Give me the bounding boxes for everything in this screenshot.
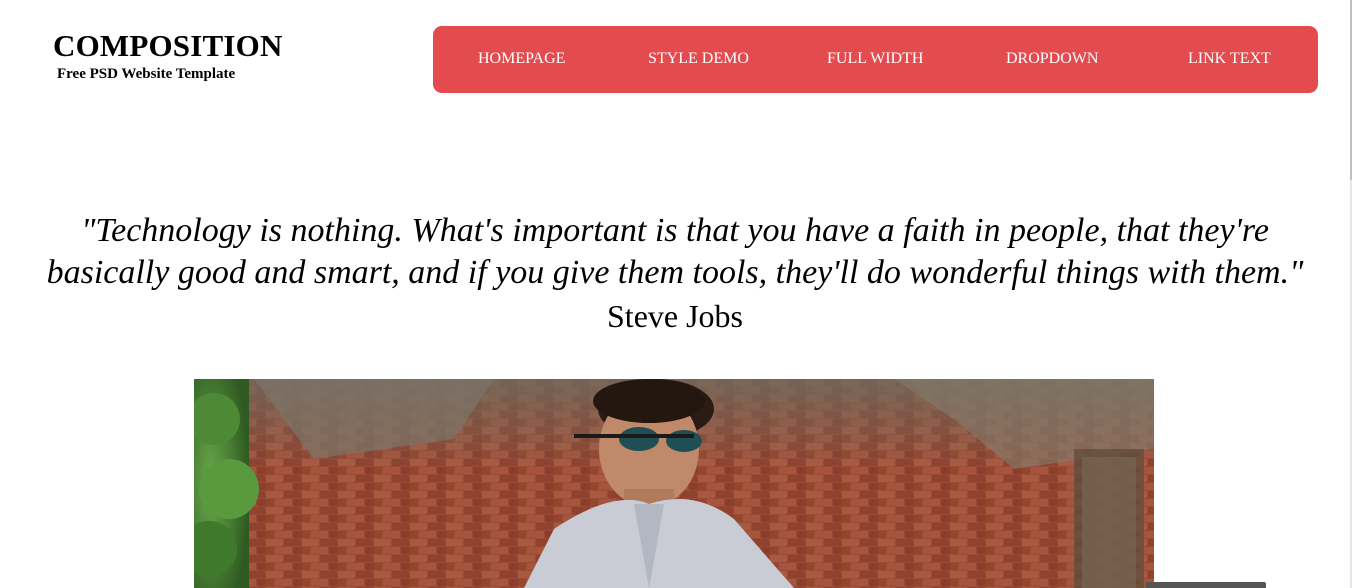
site-logo[interactable]: COMPOSITION Free PSD Website Template [53, 28, 283, 83]
hero-image [194, 379, 1154, 588]
quote-author: Steve Jobs [607, 298, 743, 334]
logo-title: COMPOSITION [53, 28, 283, 63]
nav-item-link-text[interactable]: LINK TEXT [1188, 26, 1271, 93]
nav-item-dropdown[interactable]: DROPDOWN [1006, 26, 1098, 93]
nav-item-full-width[interactable]: FULL WIDTH [827, 26, 923, 93]
quote-text: "Technology is nothing. What's important… [46, 212, 1304, 291]
hero-photo-icon [194, 379, 1154, 588]
main-nav: HOMEPAGE STYLE DEMO FULL WIDTH DROPDOWN … [433, 26, 1318, 93]
quote-section: "Technology is nothing. What's important… [0, 210, 1350, 335]
logo-subtitle: Free PSD Website Template [57, 66, 236, 82]
nav-item-homepage[interactable]: HOMEPAGE [478, 26, 565, 93]
nav-item-style-demo[interactable]: STYLE DEMO [648, 26, 749, 93]
bottom-corner-bar [1146, 582, 1266, 588]
page: COMPOSITION Free PSD Website Template HO… [0, 0, 1352, 588]
